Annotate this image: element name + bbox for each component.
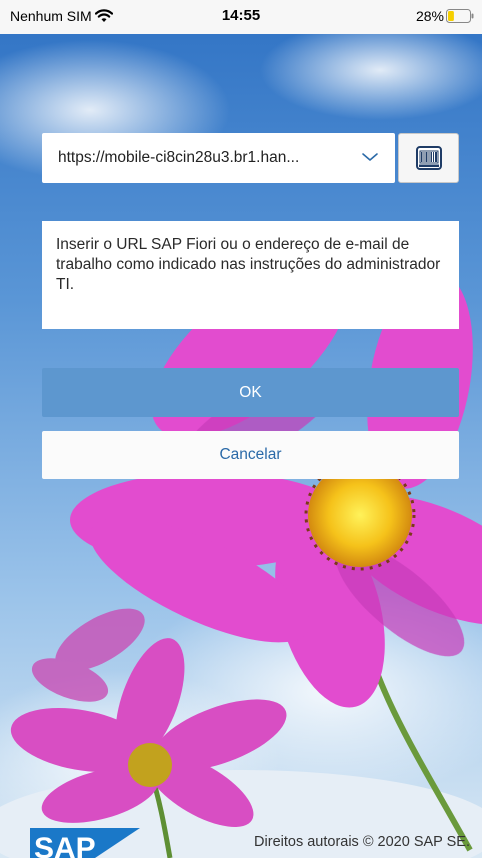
chevron-down-icon[interactable] [361,150,379,169]
footer: SAP Direitos autorais © 2020 SAP SE. [0,810,482,858]
background-flower-image [0,0,482,858]
cancel-button[interactable]: Cancelar [42,431,459,479]
status-bar: Nenhum SIM 14:55 28% [0,0,482,34]
sap-logo-text: SAP [34,832,96,858]
clock-time: 14:55 [221,7,261,24]
instructions-box: Inserir o URL SAP Fiori ou o endereço de… [42,221,459,329]
instructions-text: Inserir o URL SAP Fiori ou o endereço de… [56,236,441,293]
barcode-scan-button[interactable] [398,133,459,183]
server-url-field[interactable]: https://mobile-ci8cin28u3.br1.han... [42,133,395,183]
battery-percent: 28% [415,8,444,24]
ok-button[interactable]: OK [42,368,459,417]
battery-icon [446,9,474,28]
sap-logo: SAP [30,828,140,858]
barcode-icon [416,146,442,175]
server-url-value[interactable]: https://mobile-ci8cin28u3.br1.han... [58,149,348,167]
copyright-text: Direitos autorais © 2020 SAP SE. [254,834,470,850]
